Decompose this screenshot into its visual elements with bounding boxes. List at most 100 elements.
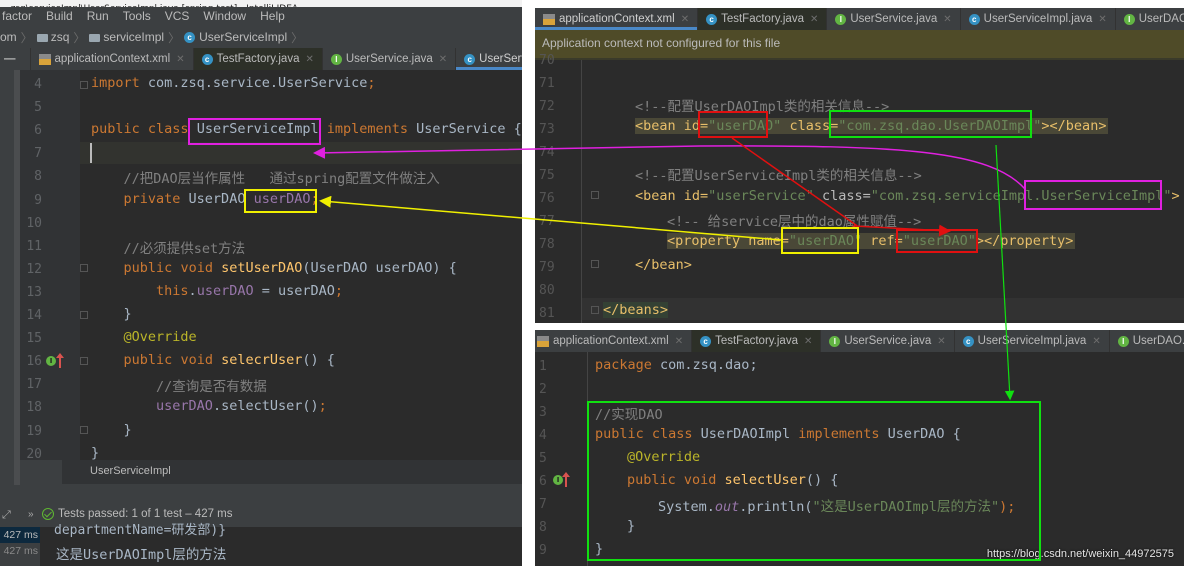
tab-userservice-java[interactable]: I UserService.java ✕: [323, 48, 457, 70]
line-number: 78: [539, 237, 555, 252]
test-duration[interactable]: 427 ms: [0, 543, 40, 559]
caret-row-highlight: [582, 298, 1184, 320]
line-number: 10: [26, 215, 42, 231]
line-number: 6: [539, 474, 547, 489]
class-icon: c: [962, 335, 974, 347]
annotation-box-green: [829, 110, 1032, 138]
line-number: 76: [539, 191, 555, 206]
line-number: 15: [26, 331, 42, 347]
close-icon[interactable]: ✕: [1098, 14, 1106, 25]
tab-userservice-java[interactable]: I UserService.java ✕: [827, 8, 961, 30]
class-icon: c: [464, 53, 476, 65]
code-line: //查询是否有数据: [91, 379, 267, 396]
tab-menu[interactable]: —: [0, 48, 31, 70]
breadcrumb-item[interactable]: c UserServiceImpl: [184, 30, 287, 44]
menu-build[interactable]: Build: [44, 9, 75, 23]
console-output[interactable]: departmentName=研发部)} 这是UserDAOImpl层的方法: [40, 523, 527, 566]
tab-applicationcontext-xml[interactable]: applicationContext.xml ✕: [31, 48, 194, 70]
close-icon[interactable]: ✕: [681, 14, 689, 25]
folder-icon: [36, 33, 48, 42]
code-line: }: [91, 444, 100, 461]
tab-userservice-java[interactable]: I UserService.java ✕: [821, 330, 955, 352]
close-icon[interactable]: ✕: [943, 14, 951, 25]
annotation-box-green: [587, 401, 1041, 561]
footer-class-name[interactable]: UserServiceImpl: [90, 465, 171, 477]
code-line: userDAO.selectUser();: [156, 398, 327, 415]
code-line: }: [91, 306, 132, 322]
fold-icon[interactable]: [80, 81, 88, 89]
tab-userserviceimpl-java[interactable]: c UserServiceImpl.java ✕: [955, 330, 1110, 352]
line-number: 71: [539, 76, 555, 91]
tab-userdao-java[interactable]: IUserDAO.java✕: [1116, 8, 1184, 30]
implements-method-icon[interactable]: I: [46, 356, 56, 366]
close-icon[interactable]: ✕: [810, 14, 818, 25]
line-number: 5: [539, 451, 547, 466]
override-arrow-icon[interactable]: [562, 472, 570, 487]
fold-icon[interactable]: [80, 264, 88, 272]
code-line: import com.zsq.service.UserService;: [91, 75, 376, 91]
line-number: 8: [539, 520, 547, 535]
interface-icon: I: [1117, 335, 1129, 347]
class-icon: c: [184, 32, 196, 44]
override-arrow-icon[interactable]: [56, 353, 64, 368]
menu-vcs[interactable]: VCS: [163, 9, 192, 23]
folder-icon: [89, 33, 101, 42]
code-line: //必须提供set方法: [91, 240, 246, 257]
menu-tools[interactable]: Tools: [121, 9, 153, 23]
breadcrumb-item[interactable]: zsq: [36, 30, 69, 44]
interface-icon: I: [1123, 13, 1135, 25]
menu-help[interactable]: Help: [258, 9, 287, 23]
line-number: 11: [26, 238, 42, 254]
close-icon[interactable]: ✕: [937, 336, 945, 347]
fold-icon[interactable]: [80, 311, 88, 319]
menu-refactor[interactable]: factor: [0, 9, 34, 23]
fold-icon[interactable]: [591, 191, 599, 199]
double-chevron-icon[interactable]: »: [28, 509, 34, 520]
editor-tabs: — applicationContext.xml ✕ c TestFactory.j…: [0, 48, 527, 70]
close-icon[interactable]: ✕: [439, 54, 447, 65]
line-number: 19: [26, 423, 42, 439]
line-number: 2: [539, 382, 547, 397]
tab-applicationcontext-xml[interactable]: applicationContext.xml ✕: [535, 8, 699, 30]
expand-icon[interactable]: ⤢: [2, 509, 11, 522]
window-title: ...zsq\serviceImpl\UserServiceImpl.java …: [0, 0, 527, 7]
tab-userserviceimpl-java[interactable]: cUserServiceImpl.java: [456, 48, 527, 70]
tab-userdao-java[interactable]: IUserDAO.java✕: [1110, 330, 1184, 352]
fold-icon[interactable]: [80, 426, 88, 434]
line-number: 7: [34, 146, 42, 162]
menu-run[interactable]: Run: [85, 9, 111, 23]
caret-row-highlight: [80, 142, 527, 164]
menu-window[interactable]: Window: [201, 9, 248, 23]
fold-icon[interactable]: [80, 357, 88, 365]
console-line-partial: departmentName=研发部)}: [54, 523, 227, 538]
close-icon[interactable]: ✕: [675, 336, 683, 347]
breadcrumb-item[interactable]: om: [0, 30, 17, 44]
test-duration-selected[interactable]: 427 ms: [0, 527, 40, 543]
close-icon[interactable]: ✕: [176, 54, 184, 65]
breadcrumb: om 〉 zsq 〉 serviceImpl 〉 c UserServiceImp…: [0, 26, 527, 49]
code-line: }: [91, 421, 132, 438]
menu-bar: factor Build Run Tools VCS Window Help: [0, 7, 527, 25]
close-icon[interactable]: ✕: [1092, 336, 1100, 347]
tab-applicationcontext-xml[interactable]: applicationContext.xml ✕: [535, 330, 693, 352]
close-icon[interactable]: ✕: [305, 54, 313, 65]
annotation-box-yellow: [244, 189, 317, 213]
annotation-box-red: [698, 111, 768, 138]
fold-icon[interactable]: [591, 306, 599, 314]
chevron-right-icon: 〉: [291, 30, 304, 45]
check-circle-icon: [42, 508, 54, 520]
tab-testfactory-java[interactable]: c TestFactory.java ✕: [692, 330, 822, 352]
console-line: 这是UserDAOImpl层的方法: [56, 547, 227, 563]
tab-userserviceimpl-java[interactable]: c UserServiceImpl.java ✕: [961, 8, 1116, 30]
fold-icon[interactable]: [591, 260, 599, 268]
editor-tabs: applicationContext.xml ✕ c TestFactory.jav…: [535, 330, 1184, 352]
editor-footer-breadcrumb: UserServiceImpl: [62, 460, 527, 484]
tab-testfactory-java[interactable]: c TestFactory.java ✕: [698, 8, 828, 30]
close-icon[interactable]: ✕: [804, 336, 812, 347]
breadcrumb-item[interactable]: serviceImpl: [89, 30, 164, 44]
line-number: 18: [26, 400, 42, 416]
tab-testfactory-java[interactable]: c TestFactory.java ✕: [193, 48, 323, 70]
code-line: package com.zsq.dao;: [595, 357, 758, 373]
editor-tabs: applicationContext.xml ✕ c TestFactory.jav…: [535, 8, 1184, 30]
line-number: 7: [539, 497, 547, 512]
